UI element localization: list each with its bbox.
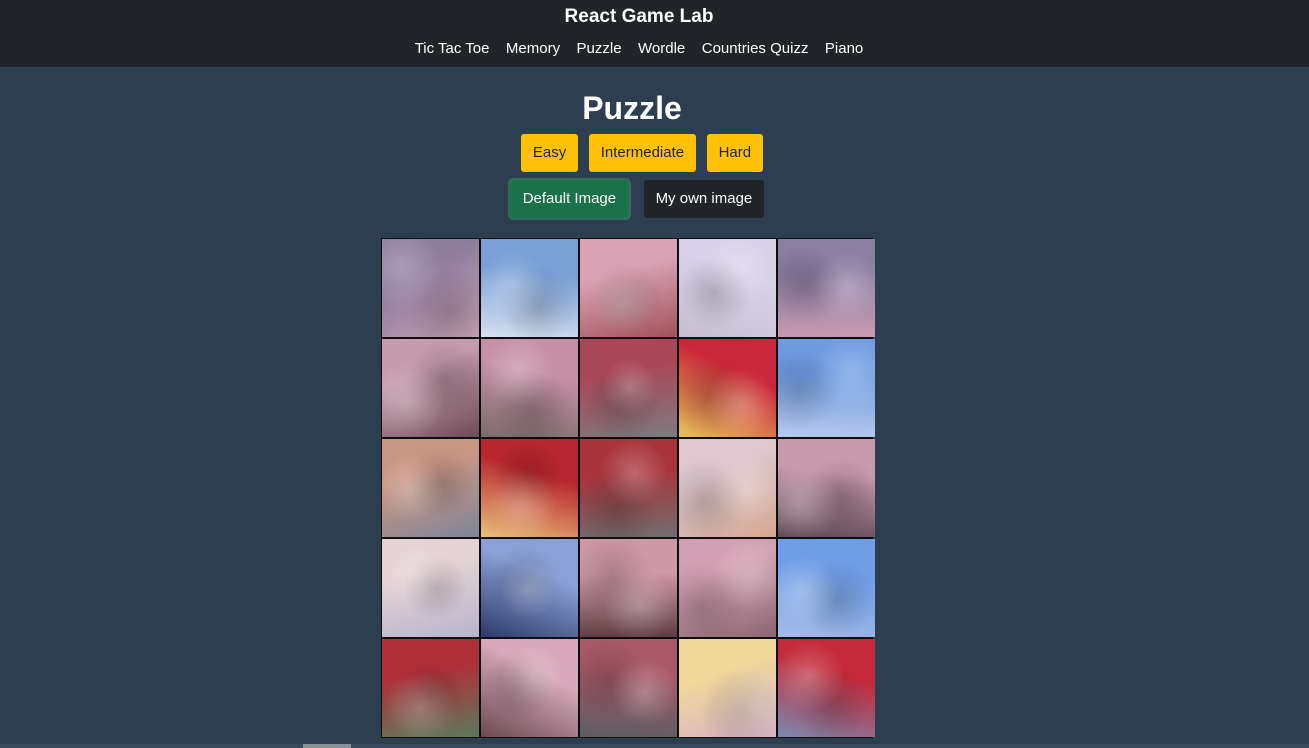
tile-texture — [382, 339, 479, 437]
tile-texture — [382, 639, 479, 737]
puzzle-tile[interactable] — [382, 239, 479, 337]
puzzle-tile[interactable] — [778, 439, 875, 537]
horizontal-scrollbar[interactable] — [0, 744, 1309, 748]
intermediate-button[interactable]: Intermediate — [588, 134, 697, 172]
nav-link-countries-quizz[interactable]: Countries Quizz — [702, 39, 809, 59]
image-source-buttons: Default Image My own image — [0, 178, 1272, 220]
tile-texture — [778, 439, 875, 537]
puzzle-tile[interactable] — [580, 639, 677, 737]
top-navbar: React Game Lab Tic Tac Toe Memory Puzzle… — [0, 0, 1309, 68]
tile-texture — [580, 339, 677, 437]
puzzle-tile[interactable] — [382, 339, 479, 437]
puzzle-tile[interactable] — [382, 639, 479, 737]
tile-texture — [382, 539, 479, 637]
tile-texture — [778, 239, 875, 337]
puzzle-tile[interactable] — [580, 239, 677, 337]
puzzle-tile[interactable] — [580, 339, 677, 437]
tile-texture — [679, 439, 776, 537]
tile-texture — [580, 639, 677, 737]
puzzle-tile[interactable] — [778, 639, 875, 737]
tile-texture — [679, 639, 776, 737]
puzzle-tile[interactable] — [382, 439, 479, 537]
tile-texture — [382, 439, 479, 537]
nav-links: Tic Tac Toe Memory Puzzle Wordle Countri… — [0, 39, 1278, 59]
tile-texture — [481, 439, 578, 537]
tile-texture — [778, 539, 875, 637]
nav-link-puzzle[interactable]: Puzzle — [577, 39, 622, 59]
easy-button[interactable]: Easy — [520, 134, 579, 172]
puzzle-tile[interactable] — [679, 639, 776, 737]
puzzle-tile[interactable] — [778, 239, 875, 337]
puzzle-tile[interactable] — [679, 239, 776, 337]
tile-texture — [580, 439, 677, 537]
puzzle-tile[interactable] — [382, 539, 479, 637]
puzzle-tile[interactable] — [679, 439, 776, 537]
tile-texture — [778, 639, 875, 737]
tile-texture — [481, 539, 578, 637]
tile-texture — [679, 539, 776, 637]
nav-link-tic-tac-toe[interactable]: Tic Tac Toe — [415, 39, 490, 59]
puzzle-tile[interactable] — [481, 639, 578, 737]
nav-link-wordle[interactable]: Wordle — [638, 39, 685, 59]
scrollbar-thumb[interactable] — [303, 744, 351, 748]
page-title: Puzzle — [582, 90, 682, 126]
puzzle-tile[interactable] — [778, 539, 875, 637]
puzzle-tile[interactable] — [481, 439, 578, 537]
tile-texture — [778, 339, 875, 437]
puzzle-tile[interactable] — [481, 539, 578, 637]
puzzle-board — [381, 238, 875, 738]
puzzle-tile[interactable] — [481, 339, 578, 437]
nav-link-piano[interactable]: Piano — [825, 39, 863, 59]
puzzle-tile[interactable] — [580, 539, 677, 637]
nav-link-memory[interactable]: Memory — [506, 39, 560, 59]
my-own-image-button[interactable]: My own image — [643, 180, 765, 218]
hard-button[interactable]: Hard — [706, 134, 764, 172]
puzzle-tile[interactable] — [580, 439, 677, 537]
tile-texture — [679, 239, 776, 337]
tile-texture — [481, 339, 578, 437]
puzzle-tile[interactable] — [679, 339, 776, 437]
puzzle-tile[interactable] — [778, 339, 875, 437]
app-title[interactable]: React Game Lab — [0, 6, 1278, 28]
tile-texture — [481, 239, 578, 337]
tile-texture — [580, 239, 677, 337]
puzzle-tile[interactable] — [481, 239, 578, 337]
tile-texture — [580, 539, 677, 637]
default-image-button[interactable]: Default Image — [507, 178, 632, 220]
tile-texture — [679, 339, 776, 437]
tile-texture — [382, 239, 479, 337]
tile-texture — [481, 639, 578, 737]
puzzle-tile[interactable] — [679, 539, 776, 637]
difficulty-buttons: Easy Intermediate Hard — [0, 134, 1284, 172]
